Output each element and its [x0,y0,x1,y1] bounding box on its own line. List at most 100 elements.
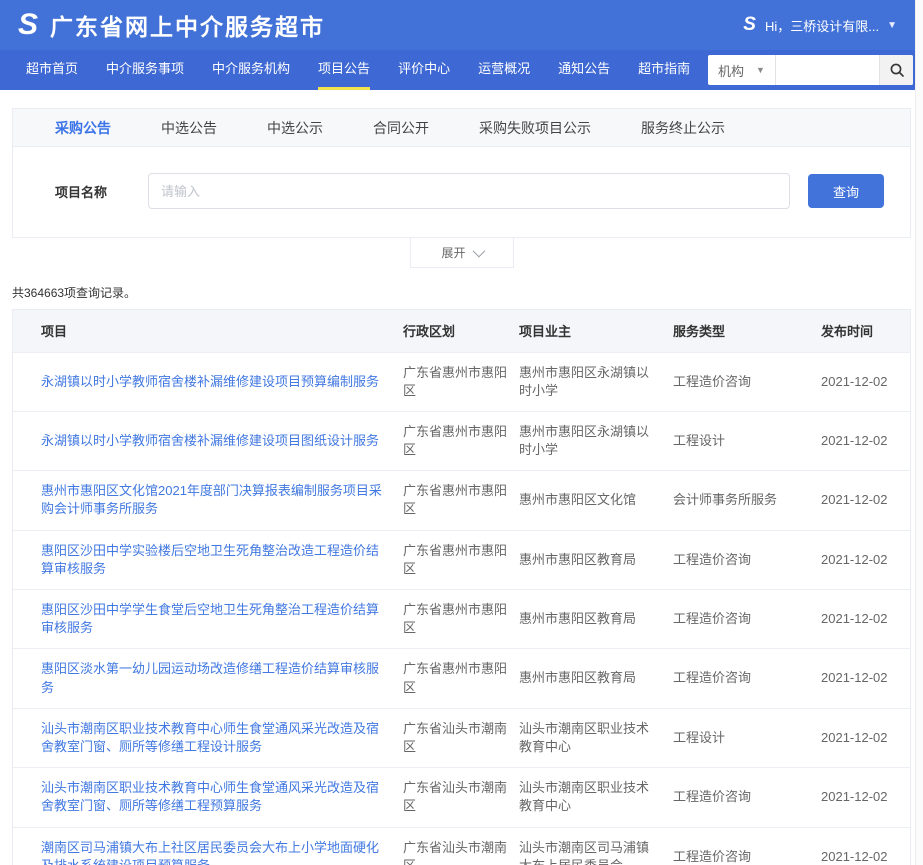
expand-row: 展开 [0,238,923,268]
owner-cell: 惠州市惠阳区教育局 [519,590,673,649]
region-cell: 广东省汕头市潮南区 [403,708,519,767]
service-cell: 工程造价咨询 [673,352,821,411]
nav-item[interactable]: 通知公告 [558,50,610,90]
nav-item[interactable]: 项目公告 [318,50,370,90]
table-row: 汕头市潮南区职业技术教育中心师生食堂通风采光改造及宿舍教室门窗、厕所等修缮工程预… [13,768,910,827]
owner-cell: 惠州市惠阳区教育局 [519,530,673,589]
table-row: 永湖镇以时小学教师宿舍楼补漏维修建设项目预算编制服务 广东省惠州市惠阳区 惠州市… [13,352,910,411]
owner-cell: 惠州市惠阳区教育局 [519,649,673,708]
table-row: 惠阳区沙田中学实验楼后空地卫生死角整治改造工程造价结算审核服务 广东省惠州市惠阳… [13,530,910,589]
nav-item[interactable]: 超市指南 [638,50,690,90]
filter-panel: 采购公告 中选公告 中选公示 合同公开 采购失败项目公示 服务终止公示 项目名称 查询 [12,108,911,238]
results-table: 项目 行政区划 项目业主 服务类型 发布时间 永湖镇以时小学教师宿舍楼补漏维修建… [13,310,910,865]
page: S 广东省网上中介服务超市 S Hi，三桥设计有限... ▼ 超市首页中介服务事… [0,0,923,865]
project-link[interactable]: 潮南区司马浦镇大布上社区居民委员会大布上小学地面硬化及排水系统建设项目预算服务 [41,840,379,865]
search-button[interactable] [879,55,913,85]
region-cell: 广东省惠州市惠阳区 [403,530,519,589]
user-logo-icon: S [743,14,756,36]
header: S 广东省网上中介服务超市 S Hi，三桥设计有限... ▼ [0,0,923,50]
project-link[interactable]: 永湖镇以时小学教师宿舍楼补漏维修建设项目预算编制服务 [41,374,379,389]
user-menu[interactable]: S Hi，三桥设计有限... ▼ [743,0,897,50]
date-cell: 2021-12-02 [821,471,910,530]
expand-button[interactable]: 展开 [410,238,514,268]
site-title: 广东省网上中介服务超市 [50,8,325,42]
nav-item[interactable]: 评价中心 [398,50,450,90]
tab[interactable]: 合同公开 [373,118,429,138]
col-service: 服务类型 [673,310,821,352]
col-owner: 项目业主 [519,310,673,352]
table-row: 惠州市惠阳区文化馆2021年度部门决算报表编制服务项目采购会计师事务所服务 广东… [13,471,910,530]
user-greeting: Hi，三桥设计有限... [765,16,879,35]
date-cell: 2021-12-02 [821,827,910,865]
date-cell: 2021-12-02 [821,708,910,767]
col-project: 项目 [13,310,403,352]
project-name-input[interactable] [148,173,790,209]
chevron-down-icon [472,245,485,258]
search-category-select[interactable]: 机构 ▼ [708,55,776,85]
date-cell: 2021-12-02 [821,352,910,411]
region-cell: 广东省惠州市惠阳区 [403,352,519,411]
date-cell: 2021-12-02 [821,649,910,708]
date-cell: 2021-12-02 [821,530,910,589]
owner-cell: 惠州市惠阳区永湖镇以时小学 [519,352,673,411]
service-cell: 工程设计 [673,411,821,470]
region-cell: 广东省惠州市惠阳区 [403,649,519,708]
table-row: 永湖镇以时小学教师宿舍楼补漏维修建设项目图纸设计服务 广东省惠州市惠阳区 惠州市… [13,411,910,470]
project-name-label: 项目名称 [55,182,148,201]
tab[interactable]: 采购公告 [55,118,111,138]
project-link[interactable]: 永湖镇以时小学教师宿舍楼补漏维修建设项目图纸设计服务 [41,433,379,448]
search-input[interactable] [776,55,879,85]
tab[interactable]: 中选公示 [267,118,323,138]
project-link[interactable]: 汕头市潮南区职业技术教育中心师生食堂通风采光改造及宿舍教室门窗、厕所等修缮工程预… [41,780,379,813]
service-cell: 工程造价咨询 [673,649,821,708]
tab[interactable]: 中选公告 [161,118,217,138]
service-cell: 工程造价咨询 [673,590,821,649]
tab[interactable]: 采购失败项目公示 [479,118,591,138]
owner-cell: 惠州市惠阳区文化馆 [519,471,673,530]
expand-label: 展开 [441,244,465,261]
query-button[interactable]: 查询 [808,174,884,208]
result-count: 共364663项查询记录。 [12,284,923,301]
owner-cell: 汕头市潮南区职业技术教育中心 [519,708,673,767]
col-date: 发布时间 [821,310,910,352]
search-category-value: 机构 [718,61,744,80]
table-row: 潮南区司马浦镇大布上社区居民委员会大布上小学地面硬化及排水系统建设项目预算服务 … [13,827,910,865]
table-row: 惠阳区沙田中学学生食堂后空地卫生死角整治工程造价结算审核服务 广东省惠州市惠阳区… [13,590,910,649]
service-cell: 会计师事务所服务 [673,471,821,530]
owner-cell: 汕头市潮南区司马浦镇大布上居民委员会 [519,827,673,865]
nav-item[interactable]: 中介服务机构 [212,50,290,90]
date-cell: 2021-12-02 [821,590,910,649]
region-cell: 广东省汕头市潮南区 [403,827,519,865]
region-cell: 广东省惠州市惠阳区 [403,590,519,649]
results-table-panel: 项目 行政区划 项目业主 服务类型 发布时间 永湖镇以时小学教师宿舍楼补漏维修建… [12,309,911,865]
service-cell: 工程造价咨询 [673,827,821,865]
project-link[interactable]: 汕头市潮南区职业技术教育中心师生食堂通风采光改造及宿舍教室门窗、厕所等修缮工程设… [41,721,379,754]
project-link[interactable]: 惠阳区沙田中学实验楼后空地卫生死角整治改造工程造价结算审核服务 [41,543,379,576]
project-link[interactable]: 惠州市惠阳区文化馆2021年度部门决算报表编制服务项目采购会计师事务所服务 [41,483,382,516]
region-cell: 广东省惠州市惠阳区 [403,471,519,530]
date-cell: 2021-12-02 [821,768,910,827]
main-nav: 超市首页中介服务事项中介服务机构项目公告评价中心运营概况通知公告超市指南中介专属… [0,50,923,90]
region-cell: 广东省汕头市潮南区 [403,768,519,827]
caret-down-icon: ▼ [756,65,765,75]
project-link[interactable]: 惠阳区沙田中学学生食堂后空地卫生死角整治工程造价结算审核服务 [41,602,379,635]
service-cell: 工程造价咨询 [673,768,821,827]
owner-cell: 汕头市潮南区职业技术教育中心 [519,768,673,827]
filter-form: 项目名称 查询 [13,147,910,237]
table-header-row: 项目 行政区划 项目业主 服务类型 发布时间 [13,310,910,352]
scrollbar[interactable] [915,0,923,865]
col-region: 行政区划 [403,310,519,352]
date-cell: 2021-12-02 [821,411,910,470]
service-cell: 工程设计 [673,708,821,767]
nav-item[interactable]: 运营概况 [478,50,530,90]
table-row: 惠阳区淡水第一幼儿园运动场改造修缮工程造价结算审核服务 广东省惠州市惠阳区 惠州… [13,649,910,708]
nav-item[interactable]: 超市首页 [26,50,78,90]
service-cell: 工程造价咨询 [673,530,821,589]
nav-item[interactable]: 中介服务事项 [106,50,184,90]
owner-cell: 惠州市惠阳区永湖镇以时小学 [519,411,673,470]
site-logo-icon: S [18,10,38,40]
tab[interactable]: 服务终止公示 [641,118,725,138]
region-cell: 广东省惠州市惠阳区 [403,411,519,470]
chevron-down-icon: ▼ [887,20,897,31]
project-link[interactable]: 惠阳区淡水第一幼儿园运动场改造修缮工程造价结算审核服务 [41,661,379,694]
